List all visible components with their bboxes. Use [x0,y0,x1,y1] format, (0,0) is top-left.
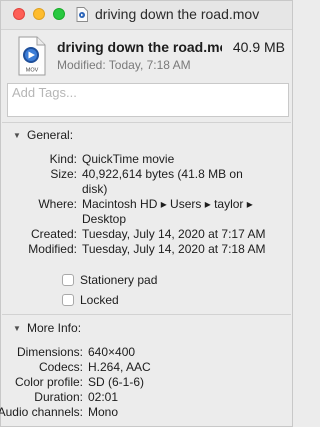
checkbox-box[interactable] [62,274,74,286]
movie-file-icon[interactable] [76,7,88,22]
info-window: driving down the road.mov MOV driving do… [0,0,293,427]
checkbox-label: Stationery pad [80,273,158,287]
row-key: Codecs: [38,360,83,374]
close-button[interactable] [13,8,25,20]
row-key: Color profile: [14,375,83,389]
more-info-section-header[interactable]: ▼ More Info: [13,321,81,335]
row-value: Mono [88,405,119,419]
stationery-pad-checkbox[interactable]: Stationery pad [62,273,157,288]
locked-checkbox[interactable]: Locked [62,293,119,308]
row-value: 40,922,614 bytes (41.8 MB on disk) [82,167,243,196]
movie-file-icon: MOV [18,36,46,76]
row-key: Audio channels: [0,405,83,419]
row-value: Tuesday, July 14, 2020 at 7:18 AM [82,242,266,256]
divider [2,122,291,123]
row-value: Macintosh HD ▸ Users ▸ taylor ▸ Desktop [82,197,253,226]
row-key: Dimensions: [16,345,83,359]
row-key: Kind: [49,152,77,166]
checkbox-label: Locked [80,293,119,307]
file-size: 40.9 MB [232,39,285,55]
window-title: driving down the road.mov [95,6,260,22]
checkbox-box[interactable] [62,294,74,306]
disclosure-triangle-icon[interactable]: ▼ [13,131,22,140]
tags-field[interactable]: Add Tags... [7,83,289,117]
row-value: SD (6-1-6) [88,375,145,389]
file-name: driving down the road.mov [57,39,222,55]
row-key: Where: [38,197,77,211]
row-value: H.264, AAC [88,360,151,374]
title-bar[interactable]: driving down the road.mov [1,1,292,30]
icon-badge-label: MOV [26,68,39,74]
row-key: Created: [30,227,77,241]
row-value: 640×400 [88,345,136,359]
divider [2,314,291,315]
general-header-label: General: [27,128,74,142]
modified-summary: Modified: Today, 7:18 AM [57,58,191,72]
minimize-button[interactable] [33,8,45,20]
maximize-button[interactable] [53,8,65,20]
tags-placeholder: Add Tags... [12,85,77,100]
disclosure-triangle-icon[interactable]: ▼ [13,324,22,333]
general-section-header[interactable]: ▼ General: [13,128,73,142]
row-key: Modified: [28,242,77,256]
more-info-header-label: More Info: [27,321,82,335]
row-key: Duration: [34,390,83,404]
row-value: Tuesday, July 14, 2020 at 7:17 AM [82,227,266,241]
row-value: 02:01 [88,390,119,404]
row-value: QuickTime movie [82,152,175,166]
row-key: Size: [50,167,77,181]
